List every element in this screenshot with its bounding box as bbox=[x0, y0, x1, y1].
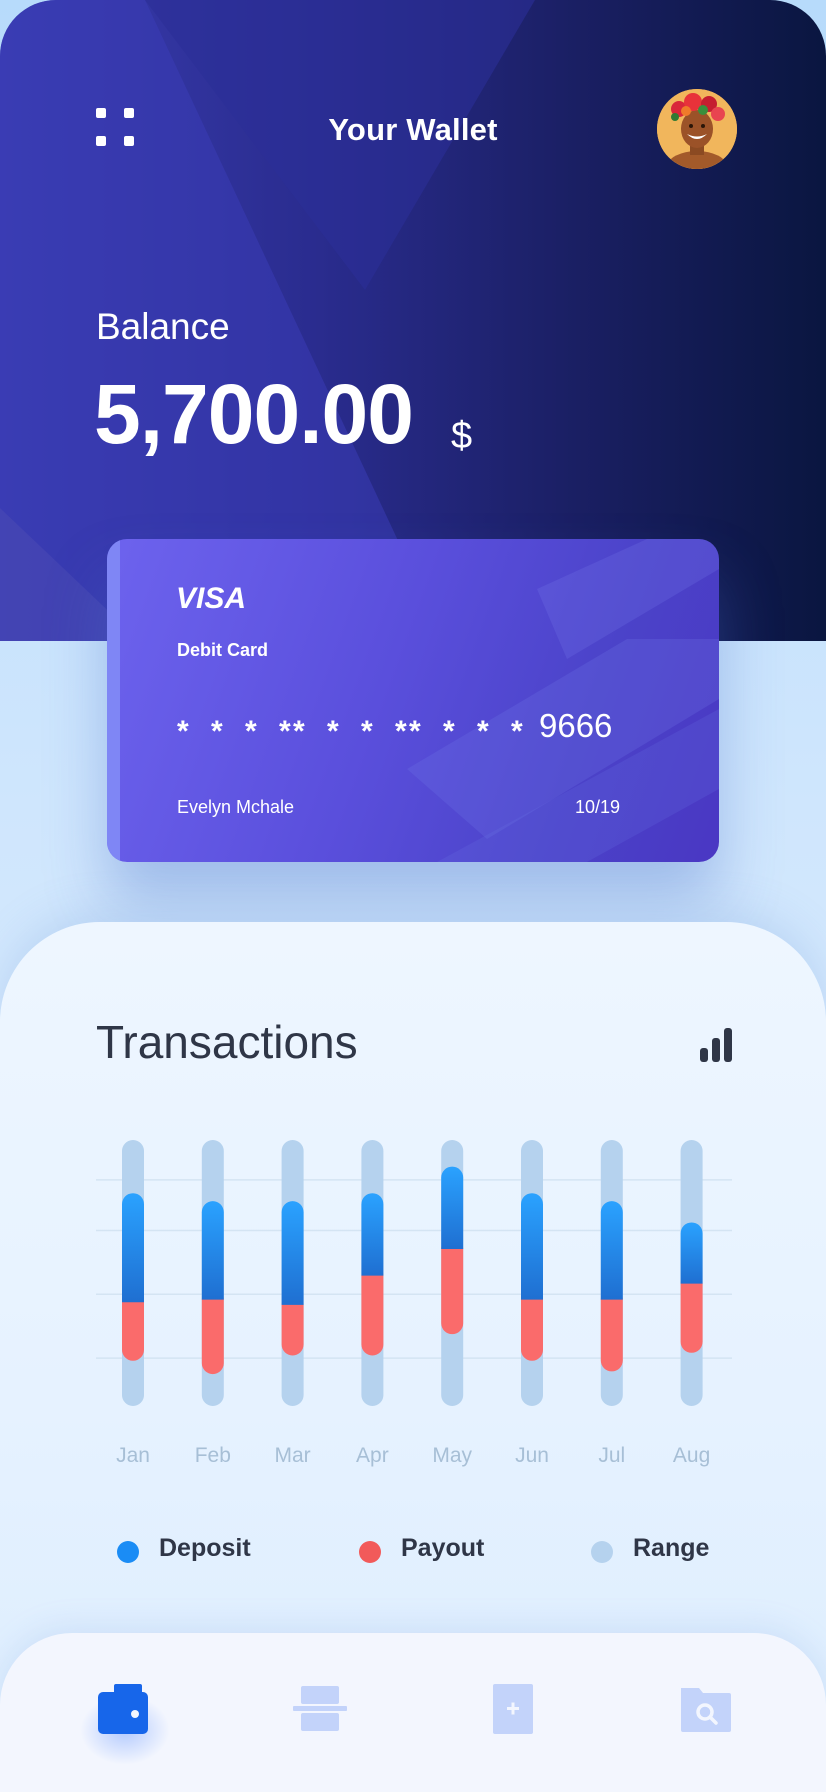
balance-currency: $ bbox=[451, 415, 473, 457]
legend-label-deposit: Deposit bbox=[159, 1534, 251, 1562]
month-label-feb: Feb bbox=[195, 1444, 231, 1467]
transactions-title: Transactions bbox=[96, 1016, 358, 1068]
month-label-aug: Aug bbox=[673, 1444, 710, 1467]
deposit-bar-aug bbox=[680, 1222, 703, 1284]
month-label-jul: Jul bbox=[598, 1444, 625, 1467]
scan-icon[interactable] bbox=[287, 1678, 351, 1742]
card-number-group-2: * * * * bbox=[293, 715, 414, 748]
deposit-bar-apr bbox=[361, 1193, 384, 1276]
deposit-bar-jan bbox=[122, 1193, 144, 1303]
payout-bar-may bbox=[441, 1238, 464, 1335]
deposit-bar-mar bbox=[281, 1201, 304, 1305]
month-label-jun: Jun bbox=[515, 1444, 549, 1467]
deposit-bar-jul bbox=[600, 1201, 623, 1300]
payout-bar-jul bbox=[600, 1288, 623, 1372]
avatar-illustration bbox=[657, 89, 737, 169]
folder-search-icon[interactable] bbox=[673, 1678, 737, 1742]
card-number-group-3: * * * * bbox=[409, 715, 530, 748]
debit-card[interactable]: VISA Debit Card * * * * * * * * * * * * … bbox=[107, 539, 719, 862]
wallet-icon[interactable] bbox=[92, 1678, 156, 1742]
add-icon[interactable] bbox=[480, 1678, 544, 1742]
card-expiry: 10/19 bbox=[575, 797, 621, 817]
deposit-bar-may bbox=[441, 1166, 464, 1250]
legend-dot-range bbox=[591, 1541, 613, 1563]
bar-chart-icon[interactable] bbox=[694, 1024, 734, 1062]
card-number-group-1: * * * * bbox=[177, 715, 298, 748]
balance-label: Balance bbox=[96, 306, 230, 347]
legend-dot-payout bbox=[359, 1541, 381, 1563]
legend-label-range: Range bbox=[633, 1534, 710, 1562]
month-label-may: May bbox=[432, 1444, 472, 1467]
month-label-apr: Apr bbox=[356, 1444, 389, 1467]
card-type: Debit Card bbox=[177, 640, 269, 660]
month-label-mar: Mar bbox=[275, 1444, 311, 1467]
chart-grid bbox=[96, 1179, 732, 1359]
user-avatar[interactable] bbox=[657, 89, 737, 169]
month-label-jan: Jan bbox=[116, 1444, 150, 1467]
transactions-chart: Jan Feb Mar Apr May Jun Jul Aug bbox=[96, 1140, 732, 1467]
payout-bar-aug bbox=[680, 1272, 703, 1353]
card-edge bbox=[107, 539, 120, 862]
card-holder-name: Evelyn Mchale bbox=[177, 797, 295, 817]
payout-bar-apr bbox=[361, 1264, 384, 1356]
deposit-bar-feb bbox=[201, 1201, 224, 1300]
page-title: Your Wallet bbox=[328, 112, 498, 147]
legend-label-payout: Payout bbox=[401, 1534, 485, 1562]
card-last-digits: 9666 bbox=[539, 707, 613, 744]
bottom-navigation bbox=[0, 1633, 826, 1792]
wallet-screen: Your Wallet Balance 5,700.00 $ VISA Debi… bbox=[0, 0, 826, 1792]
balance-amount: 5,700.00 bbox=[94, 367, 414, 461]
grid-dots-icon[interactable] bbox=[96, 108, 136, 148]
chart-x-labels: Jan Feb Mar Apr May Jun Jul Aug bbox=[116, 1444, 710, 1467]
payout-bar-feb bbox=[201, 1288, 224, 1375]
deposit-bar-jun bbox=[521, 1193, 543, 1300]
legend-dot-deposit bbox=[117, 1541, 139, 1563]
card-brand: VISA bbox=[176, 582, 247, 615]
